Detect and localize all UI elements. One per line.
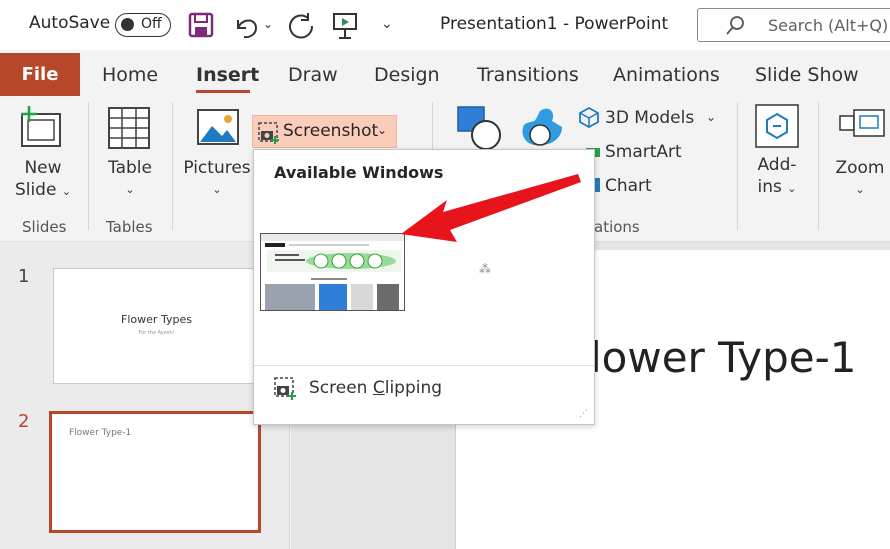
slide-number-1: 1 [18, 266, 30, 287]
present-from-beginning-icon[interactable] [331, 11, 359, 41]
screen-clipping-text-2: lipping [384, 378, 443, 398]
chevron-down-icon: ⌄ [855, 183, 865, 196]
save-icon[interactable] [188, 12, 214, 38]
group-divider [818, 102, 819, 230]
chevron-down-icon: ⌄ [787, 182, 797, 195]
screen-clipping-icon[interactable] [272, 376, 298, 402]
chevron-down-icon: ⌄ [212, 183, 222, 196]
autosave-toggle[interactable]: Off [115, 13, 171, 37]
slide1-title: Flower Types [121, 313, 192, 326]
menu-divider [254, 365, 594, 366]
available-window-thumbnail[interactable] [260, 233, 405, 311]
window-title: Presentation1 - PowerPoint [440, 14, 669, 34]
group-divider [88, 102, 89, 230]
table-button[interactable]: Table ⌄ [100, 157, 160, 201]
pictures-label: Pictures [183, 158, 251, 178]
tab-design[interactable]: Design [374, 64, 440, 86]
undo-dropdown-chevron-icon[interactable]: ⌄ [263, 17, 273, 31]
new-slide-label[interactable]: New Slide ⌄ [8, 157, 78, 203]
pictures-icon[interactable] [196, 108, 240, 148]
add-ins-label-line1: Add- [757, 155, 797, 175]
zoom-label: Zoom [835, 158, 885, 178]
autosave-state: Off [141, 16, 162, 32]
3d-models-chevron-down-icon[interactable]: ⌄ [706, 110, 716, 124]
add-ins-label-line2: ins [757, 177, 782, 197]
new-slide-label-line1: New [24, 158, 62, 178]
tab-transitions[interactable]: Transitions [477, 64, 579, 86]
3d-models-icon[interactable] [578, 106, 600, 128]
tab-home[interactable]: Home [102, 64, 158, 86]
tab-slide-show[interactable]: Slide Show [755, 64, 859, 86]
tab-animations[interactable]: Animations [613, 64, 720, 86]
zoom-button[interactable]: Zoom ⌄ [830, 157, 890, 201]
customize-toolbar-icon[interactable]: ⌄ [381, 16, 393, 32]
slide-thumbnail-2-selected[interactable]: Flower Type-1 [49, 411, 261, 533]
group-divider [737, 102, 738, 230]
screen-clipping-option[interactable]: Screen Clipping [309, 378, 442, 398]
screen-clipping-accelerator: C [372, 378, 385, 398]
add-ins-button[interactable]: Add- ins ⌄ [745, 154, 809, 200]
pictures-button[interactable]: Pictures ⌄ [183, 157, 251, 201]
slide-number-2: 2 [18, 411, 30, 432]
shapes-icon[interactable] [456, 105, 502, 151]
slide-title-text[interactable]: lower Type-1 [590, 333, 857, 382]
loading-spinner-icon: ⁂ [479, 262, 491, 276]
screenshot-button[interactable]: Screenshot ⌄ [252, 115, 397, 148]
chevron-down-icon: ⌄ [61, 185, 72, 198]
new-slide-icon[interactable] [17, 104, 65, 152]
red-arrow-annotation [401, 174, 581, 242]
screenshot-icon [258, 122, 279, 144]
redo-icon[interactable] [286, 11, 316, 41]
group-label-illustrations: ations [594, 218, 640, 236]
tab-insert[interactable]: Insert [196, 64, 259, 86]
table-icon[interactable] [106, 105, 152, 151]
chevron-down-icon: ⌄ [125, 183, 135, 196]
slide-thumbnail-1[interactable]: Flower Types For the Ayesh! [53, 268, 260, 384]
resize-grip-icon[interactable]: ⋰ [579, 409, 588, 419]
window-preview-image [261, 234, 404, 310]
new-slide-label-line2: Slide [14, 180, 57, 200]
smartart-label[interactable]: SmartArt [605, 141, 682, 163]
active-tab-indicator [196, 90, 250, 93]
group-divider [172, 102, 173, 230]
screenshot-label: Screenshot [283, 121, 379, 141]
tab-draw[interactable]: Draw [288, 64, 338, 86]
3d-models-label[interactable]: 3D Models [605, 107, 694, 129]
search-box[interactable]: Search (Alt+Q) [697, 8, 890, 42]
table-label: Table [108, 158, 152, 178]
chart-label[interactable]: Chart [605, 175, 652, 197]
search-icon [726, 16, 744, 35]
group-label-slides: Slides [22, 218, 67, 236]
chevron-down-icon: ⌄ [377, 123, 388, 137]
toggle-knob [121, 18, 134, 31]
autosave-label: AutoSave [29, 13, 111, 33]
screen-clipping-text-1: Screen [309, 378, 373, 398]
slide2-title: Flower Type-1 [69, 428, 132, 438]
zoom-icon[interactable] [838, 108, 886, 144]
tab-file[interactable]: File [0, 53, 80, 96]
search-placeholder: Search (Alt+Q) [768, 16, 889, 35]
add-ins-icon[interactable] [753, 102, 801, 150]
group-label-tables: Tables [106, 218, 153, 236]
slide1-subtitle: For the Ayesh! [138, 330, 175, 336]
undo-icon[interactable] [232, 12, 260, 40]
icons-icon[interactable] [518, 105, 564, 151]
